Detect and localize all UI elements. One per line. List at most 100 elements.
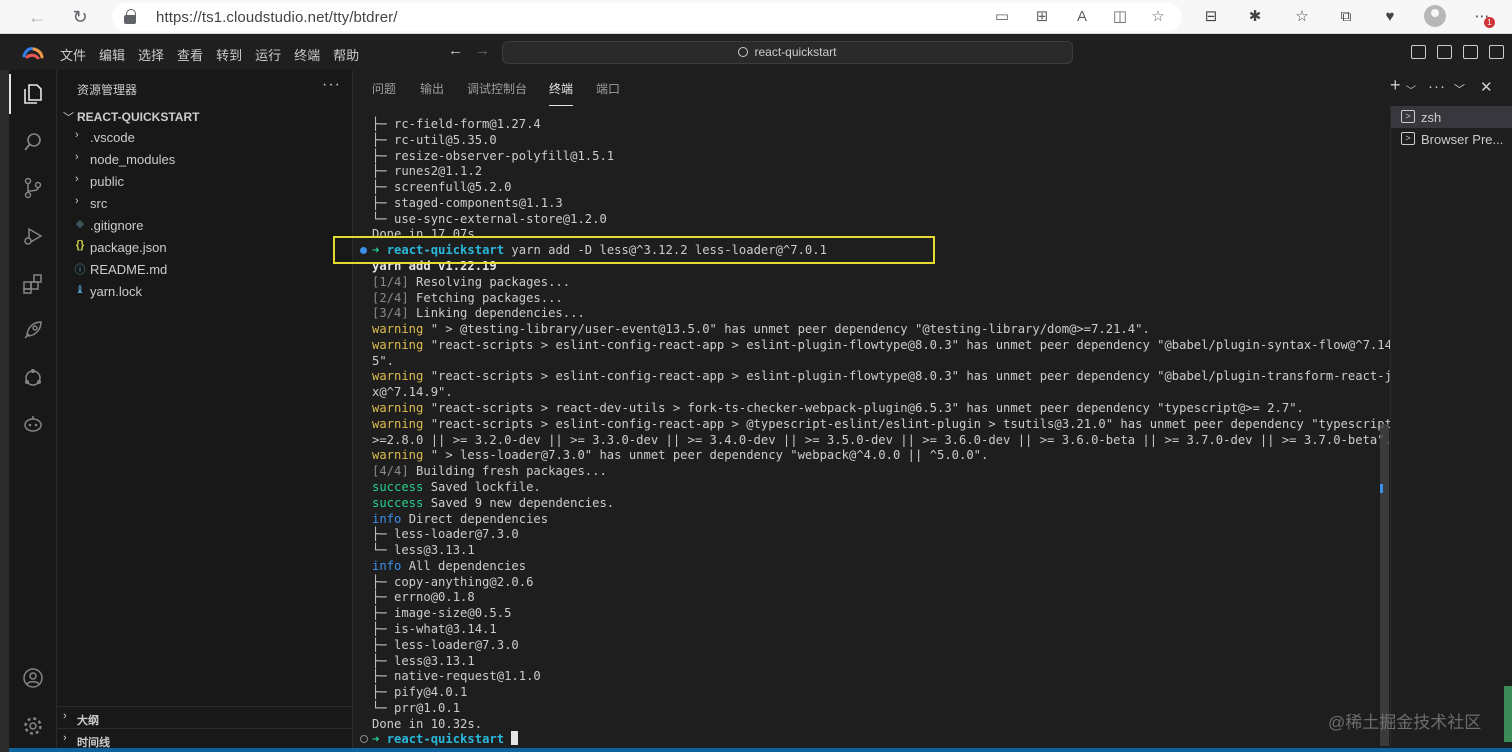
- tab-output[interactable]: 输出: [420, 80, 444, 97]
- command-center[interactable]: react-quickstart: [502, 41, 1073, 64]
- terminal-text: ├─ is-what@3.14.1: [372, 621, 497, 636]
- tree-item-yarn-lock[interactable]: ♝ yarn.lock: [57, 280, 353, 302]
- terminal-text: "react-scripts > eslint-config-react-app…: [423, 416, 1400, 431]
- terminal-text: ├─ screenfull@5.2.0: [372, 180, 512, 195]
- terminal-line: ├─ rc-util@5.35.0: [372, 132, 497, 148]
- terminal-text: " > less-loader@7.3.0" has unmet peer de…: [423, 448, 989, 463]
- menu-terminal[interactable]: 终端: [294, 45, 320, 64]
- back-icon[interactable]: ←: [24, 5, 50, 29]
- more-actions-icon[interactable]: ···: [1428, 78, 1446, 95]
- settings-gear-icon[interactable]: [9, 704, 57, 748]
- terminal-text: ├─ less-loader@7.3.0: [372, 527, 519, 542]
- terminal-entry-browser-preview[interactable]: > Browser Pre...: [1391, 128, 1512, 150]
- tree-item-readme[interactable]: ⓘ README.md: [57, 258, 353, 280]
- profile-avatar[interactable]: [1424, 5, 1446, 27]
- tab-terminal[interactable]: 终端: [549, 80, 574, 106]
- terminal-text: └─ less@3.13.1: [372, 543, 475, 558]
- toggle-panel-icon[interactable]: [1437, 45, 1452, 59]
- close-panel-icon[interactable]: ✕: [1480, 78, 1493, 96]
- clipboard-icon[interactable]: ▭: [992, 7, 1012, 27]
- lock-icon[interactable]: [124, 9, 136, 24]
- terminal-line: info Direct dependencies: [372, 511, 548, 527]
- menu-edit[interactable]: 编辑: [99, 45, 125, 64]
- customize-layout-icon[interactable]: [1489, 45, 1504, 59]
- tree-item-public[interactable]: › public: [57, 170, 353, 192]
- menu-file[interactable]: 文件: [60, 45, 86, 64]
- maximize-panel-icon[interactable]: ﹀: [1454, 81, 1465, 97]
- terminal-line: ├─ pify@4.0.1: [372, 684, 467, 700]
- tab-problems[interactable]: 问题: [372, 80, 396, 97]
- go-back-icon[interactable]: ←: [448, 42, 463, 59]
- cloud-network-icon[interactable]: [9, 356, 57, 400]
- address-bar[interactable]: https://ts1.cloudstudio.net/tty/btdrer/ …: [112, 3, 1182, 31]
- terminal-line: warning " > less-loader@7.3.0" has unmet…: [372, 447, 988, 463]
- chevron-right-icon: ›: [75, 129, 79, 141]
- terminal-line: ├─ copy-anything@2.0.6: [372, 574, 533, 590]
- outline-section[interactable]: › 大纲: [57, 706, 353, 728]
- collections-icon[interactable]: ⧉: [1334, 5, 1358, 29]
- reload-icon[interactable]: ↻: [67, 5, 93, 29]
- menu-selection[interactable]: 选择: [138, 45, 164, 64]
- tab-ports[interactable]: 端口: [596, 80, 620, 97]
- terminal-line: ├─ runes2@1.1.2: [372, 163, 482, 179]
- url-text[interactable]: https://ts1.cloudstudio.net/tty/btdrer/: [156, 9, 398, 26]
- go-forward-icon[interactable]: →: [475, 42, 490, 59]
- tab-debug-console[interactable]: 调试控制台: [467, 80, 527, 97]
- explorer-title: 资源管理器: [77, 83, 138, 97]
- chevron-right-icon: ›: [75, 151, 79, 163]
- favorite-star-icon[interactable]: ☆: [1148, 7, 1168, 27]
- account-icon[interactable]: [9, 656, 57, 700]
- menu-run[interactable]: 运行: [255, 45, 281, 64]
- deploy-rocket-icon[interactable]: [9, 308, 57, 352]
- terminal-text: ├─ image-size@0.5.5: [372, 606, 512, 621]
- terminal-line: ├─ staged-components@1.1.3: [372, 195, 563, 211]
- ai-assistant-icon[interactable]: [9, 402, 57, 446]
- tree-item-node-modules[interactable]: › node_modules: [57, 148, 353, 170]
- read-aloud-icon[interactable]: A: [1072, 7, 1092, 27]
- watermark: @稀土掘金技术社区: [1328, 713, 1482, 732]
- command-status-dot[interactable]: [360, 735, 368, 744]
- tree-item-src[interactable]: › src: [57, 192, 353, 214]
- terminal-text: └─ use-sync-external-store@1.2.0: [372, 211, 607, 226]
- terminal-text: ├─ runes2@1.1.2: [372, 164, 483, 179]
- tree-item-label: README.md: [90, 262, 168, 277]
- search-icon[interactable]: [9, 120, 57, 164]
- new-terminal-icon[interactable]: +: [1390, 75, 1401, 96]
- split-screen-icon[interactable]: ◫: [1110, 7, 1130, 27]
- tree-item-vscode[interactable]: › .vscode: [57, 126, 353, 148]
- tree-item-label: yarn.lock: [90, 284, 143, 299]
- source-control-icon[interactable]: [9, 166, 57, 210]
- menu-view[interactable]: 查看: [177, 45, 203, 64]
- favorites-icon[interactable]: ☆: [1290, 5, 1314, 29]
- search-icon: [738, 47, 749, 57]
- terminal-line: [4/4] Building fresh packages...: [372, 463, 607, 479]
- terminal-text: "react-scripts > react-dev-utils > fork-…: [423, 401, 1304, 416]
- workspace-folder-header[interactable]: ﹀ REACT-QUICKSTART: [57, 106, 353, 128]
- terminal-entry-zsh[interactable]: > zsh: [1391, 106, 1512, 128]
- terminal-text: └─ prr@1.0.1: [372, 700, 461, 715]
- menu-help[interactable]: 帮助: [333, 45, 359, 64]
- toggle-sidebar-icon[interactable]: [1411, 45, 1426, 59]
- terminal-profile-dropdown-icon[interactable]: ﹀: [1406, 82, 1416, 97]
- run-debug-icon[interactable]: [9, 214, 57, 258]
- performance-icon[interactable]: ♥: [1378, 5, 1402, 29]
- toggle-secondary-sidebar-icon[interactable]: [1463, 45, 1478, 59]
- terminal-line: warning " > @testing-library/user-event@…: [372, 321, 1150, 337]
- extensions-icon[interactable]: ✱: [1243, 5, 1267, 29]
- cloudstudio-logo-icon: [22, 47, 44, 60]
- extensions-icon[interactable]: [9, 262, 57, 306]
- tree-item-label: public: [90, 174, 124, 189]
- tree-item-gitignore[interactable]: ◆ .gitignore: [57, 214, 353, 236]
- timeline-section[interactable]: › 时间线: [57, 728, 353, 750]
- explorer-icon[interactable]: [9, 72, 57, 116]
- apps-icon[interactable]: ⊞: [1032, 7, 1052, 27]
- terminal-output[interactable]: ├─ rc-field-form@1.27.4 ├─ rc-util@5.35.0…: [360, 116, 1399, 752]
- window-edge: [0, 35, 9, 752]
- menu-go[interactable]: 转到: [216, 45, 242, 64]
- tree-item-package-json[interactable]: {} package.json: [57, 236, 353, 258]
- workspaces-icon[interactable]: ⊟: [1199, 5, 1223, 29]
- terminal-line: ├─ errno@0.1.8: [372, 589, 475, 605]
- terminal-scrollbar[interactable]: [1380, 424, 1389, 746]
- more-actions-icon[interactable]: ···: [322, 76, 341, 94]
